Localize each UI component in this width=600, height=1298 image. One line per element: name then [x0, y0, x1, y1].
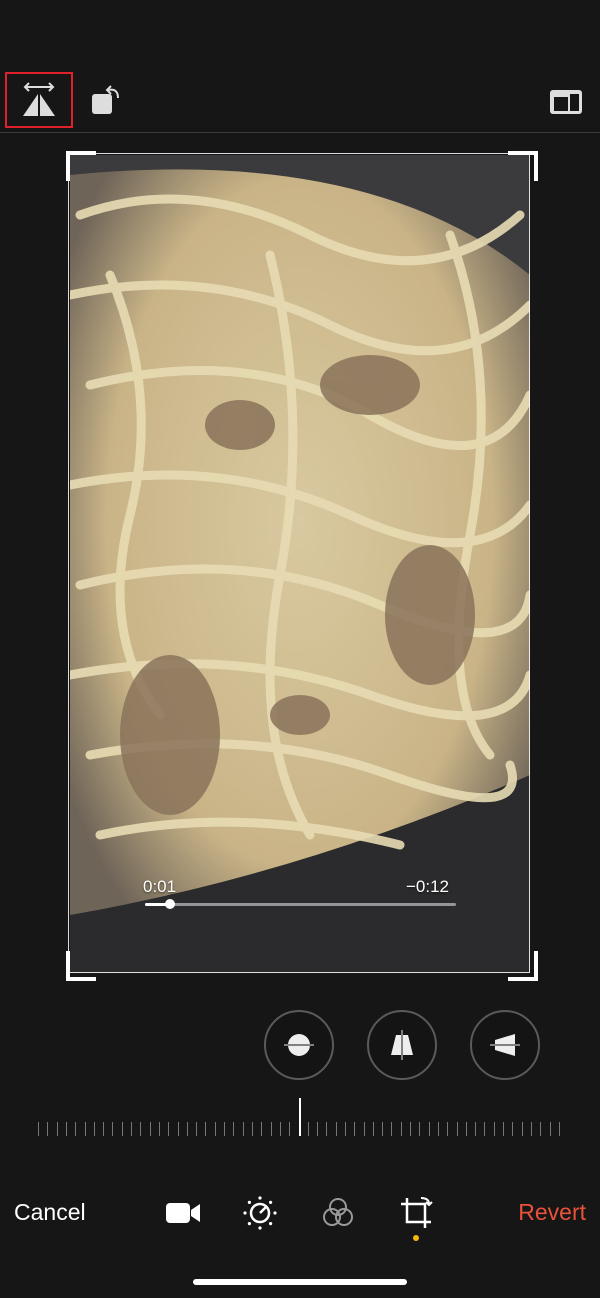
adjust-icon [243, 1196, 277, 1230]
dial-tick [549, 1122, 551, 1136]
crop-handle-top-right[interactable] [508, 151, 538, 181]
dial-tick [456, 1122, 458, 1136]
aspect-ratio-button[interactable] [544, 82, 588, 122]
dial-tick [140, 1122, 142, 1136]
toolbar-divider [0, 132, 600, 133]
cancel-button[interactable]: Cancel [14, 1199, 86, 1226]
dial-tick [317, 1122, 318, 1136]
dial-tick [65, 1122, 67, 1136]
dial-tick [335, 1122, 337, 1136]
video-scrubber[interactable] [145, 903, 456, 906]
dial-tick [540, 1122, 542, 1136]
flip-button[interactable] [5, 72, 73, 128]
dial-tick [270, 1122, 272, 1136]
dial-tick [410, 1122, 411, 1136]
dial-tick [186, 1122, 188, 1136]
straighten-button[interactable] [264, 1010, 334, 1080]
dial-tick [391, 1122, 393, 1136]
dial-tick [419, 1122, 421, 1136]
dial-indicator [299, 1098, 301, 1136]
adjustment-dial[interactable] [30, 1098, 570, 1138]
straighten-icon [284, 1034, 314, 1056]
remaining-time: −0:12 [406, 877, 450, 896]
dial-tick [38, 1122, 39, 1136]
dial-tick [372, 1122, 374, 1136]
home-indicator [193, 1279, 407, 1285]
dial-tick [242, 1122, 244, 1136]
dial-tick [512, 1122, 514, 1136]
dial-tick [428, 1122, 430, 1136]
aspect-ratio-icon [550, 90, 582, 114]
dial-tick [158, 1122, 160, 1136]
dial-tick [121, 1122, 123, 1136]
dial-tick [224, 1122, 225, 1136]
dial-tick [261, 1122, 263, 1136]
dial-tick [326, 1122, 328, 1136]
flip-horizontal-icon [23, 82, 55, 116]
elapsed-time: 0:01 [143, 877, 177, 896]
dial-tick [493, 1122, 495, 1136]
crop-frame [68, 153, 530, 973]
dial-tick [447, 1122, 449, 1136]
dial-tick [475, 1122, 477, 1136]
crop-handle-bottom-right[interactable] [508, 951, 538, 981]
dial-tick [103, 1122, 105, 1136]
dial-tick [344, 1122, 346, 1136]
crop-tool-button[interactable] [394, 1191, 438, 1235]
filters-icon [323, 1198, 353, 1226]
dial-tick [279, 1122, 281, 1136]
horizontal-perspective-button[interactable] [470, 1010, 540, 1080]
dial-tick [530, 1122, 532, 1136]
dial-tick [93, 1122, 95, 1136]
vertical-perspective-button[interactable] [367, 1010, 437, 1080]
scrubber-knob[interactable] [165, 899, 175, 909]
dial-tick [354, 1122, 356, 1136]
rotate-button[interactable] [84, 78, 128, 122]
revert-button[interactable]: Revert [518, 1199, 586, 1226]
filters-tool-button[interactable] [316, 1191, 360, 1235]
dial-tick [307, 1122, 309, 1136]
dial-tick [168, 1122, 170, 1136]
dial-tick [196, 1122, 198, 1136]
dial-tick [484, 1122, 486, 1136]
crop-icon [401, 1197, 433, 1228]
dial-tick [84, 1122, 86, 1136]
rotate-icon [92, 85, 119, 114]
horizontal-perspective-icon [490, 1034, 520, 1056]
crop-handle-bottom-left[interactable] [66, 951, 96, 981]
dial-tick [233, 1122, 235, 1136]
dial-tick [47, 1122, 49, 1136]
dial-tick [131, 1122, 132, 1136]
dial-tick [75, 1122, 77, 1136]
dial-tick [382, 1122, 384, 1136]
dial-tick [503, 1122, 504, 1136]
vertical-perspective-icon [391, 1030, 413, 1060]
dial-tick [289, 1122, 291, 1136]
dial-tick [112, 1122, 114, 1136]
dial-tick [56, 1122, 58, 1136]
adjust-tool-button[interactable] [238, 1191, 282, 1235]
dial-tick [177, 1122, 179, 1136]
dial-tick [400, 1122, 402, 1136]
dial-tick [521, 1122, 523, 1136]
crop-handle-top-left[interactable] [66, 151, 96, 181]
dial-tick [465, 1122, 467, 1136]
dial-tick [214, 1122, 216, 1136]
dial-tick [149, 1122, 151, 1136]
video-icon [166, 1203, 200, 1223]
dial-tick [205, 1122, 207, 1136]
dial-tick [437, 1122, 439, 1136]
dial-tick [363, 1122, 365, 1136]
active-tool-indicator [413, 1235, 419, 1241]
dial-tick [558, 1122, 560, 1136]
video-tool-button[interactable] [161, 1191, 205, 1235]
dial-tick [251, 1122, 253, 1136]
